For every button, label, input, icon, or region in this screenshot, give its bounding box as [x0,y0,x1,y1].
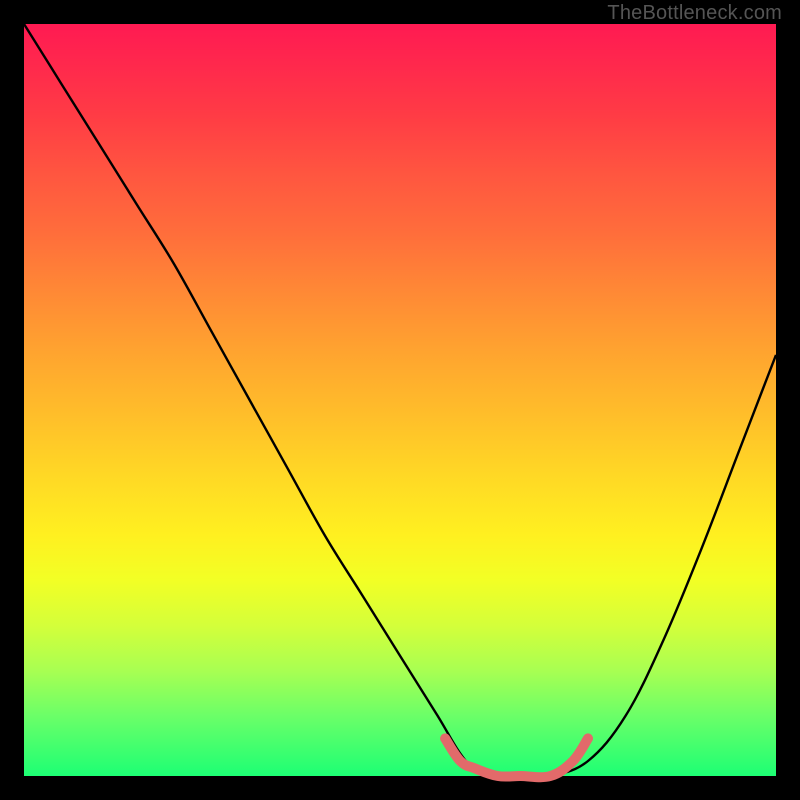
plot-area [24,24,776,776]
bottleneck-curve [24,24,776,777]
optimal-range-highlight [445,738,588,777]
chart-frame [14,14,786,786]
curve-layer [24,24,776,776]
watermark-text: TheBottleneck.com [607,2,782,25]
